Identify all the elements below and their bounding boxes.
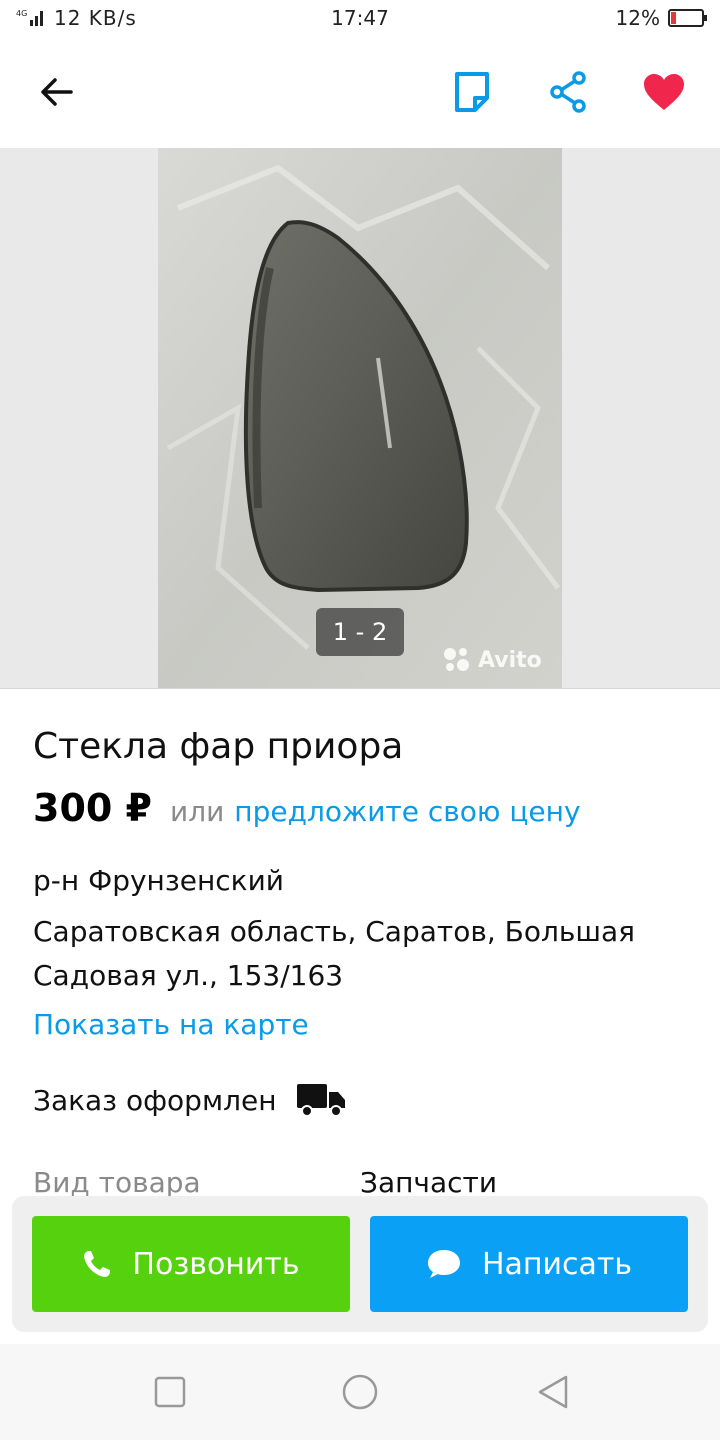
home-icon[interactable] [340, 1372, 380, 1412]
avito-logo-icon [444, 648, 469, 671]
spec-label: Вид товара [33, 1166, 201, 1199]
recent-apps-icon[interactable] [150, 1372, 190, 1412]
watermark-text: Avito [478, 647, 542, 673]
heart-icon [644, 74, 684, 110]
order-status: Заказ оформлен [33, 1082, 347, 1118]
share-icon [550, 71, 586, 113]
back-arrow-icon [41, 78, 73, 106]
product-photo [158, 148, 562, 688]
spec-value: Запчасти [360, 1166, 498, 1199]
price-row: 300 ₽ или предложите свою цену [33, 786, 581, 830]
battery-percent: 12% [615, 6, 660, 30]
system-back-icon[interactable] [534, 1372, 574, 1412]
back-button[interactable] [30, 66, 82, 118]
top-app-bar [0, 36, 720, 148]
call-button[interactable]: Позвонить [32, 1216, 350, 1312]
show-on-map-link[interactable]: Показать на карте [33, 1008, 309, 1041]
share-button[interactable] [542, 66, 594, 118]
district: р-н Фрунзенский [33, 864, 284, 897]
photo-counter: 1 - 2 [316, 608, 404, 656]
listing-title: Стекла фар приора [33, 726, 404, 767]
write-button[interactable]: Написать [370, 1216, 688, 1312]
offer-price-link[interactable]: предложите свою цену [234, 795, 580, 828]
avito-watermark: Avito [442, 646, 542, 674]
order-status-text: Заказ оформлен [33, 1083, 277, 1117]
battery-icon [668, 9, 707, 27]
clock: 17:47 [331, 6, 389, 30]
address: Саратовская область, Саратов, Большая Са… [33, 915, 635, 992]
photo-gallery[interactable]: 1 - 2 Avito [0, 148, 720, 689]
note-icon [455, 72, 489, 112]
status-bar: 4G 12 KB/s 17:47 12% [0, 0, 720, 36]
write-button-label: Написать [481, 1246, 633, 1282]
phone-icon [84, 1251, 111, 1277]
price: 300 ₽ [33, 786, 152, 830]
note-button[interactable] [446, 66, 498, 118]
contact-action-panel: Позвонить Написать [12, 1196, 708, 1332]
system-nav-bar [0, 1344, 720, 1440]
favorite-button[interactable] [638, 66, 690, 118]
truck-icon [296, 1084, 345, 1117]
price-or-text: или [170, 795, 225, 828]
chat-bubble-icon [427, 1250, 460, 1278]
call-button-label: Позвонить [132, 1246, 300, 1282]
